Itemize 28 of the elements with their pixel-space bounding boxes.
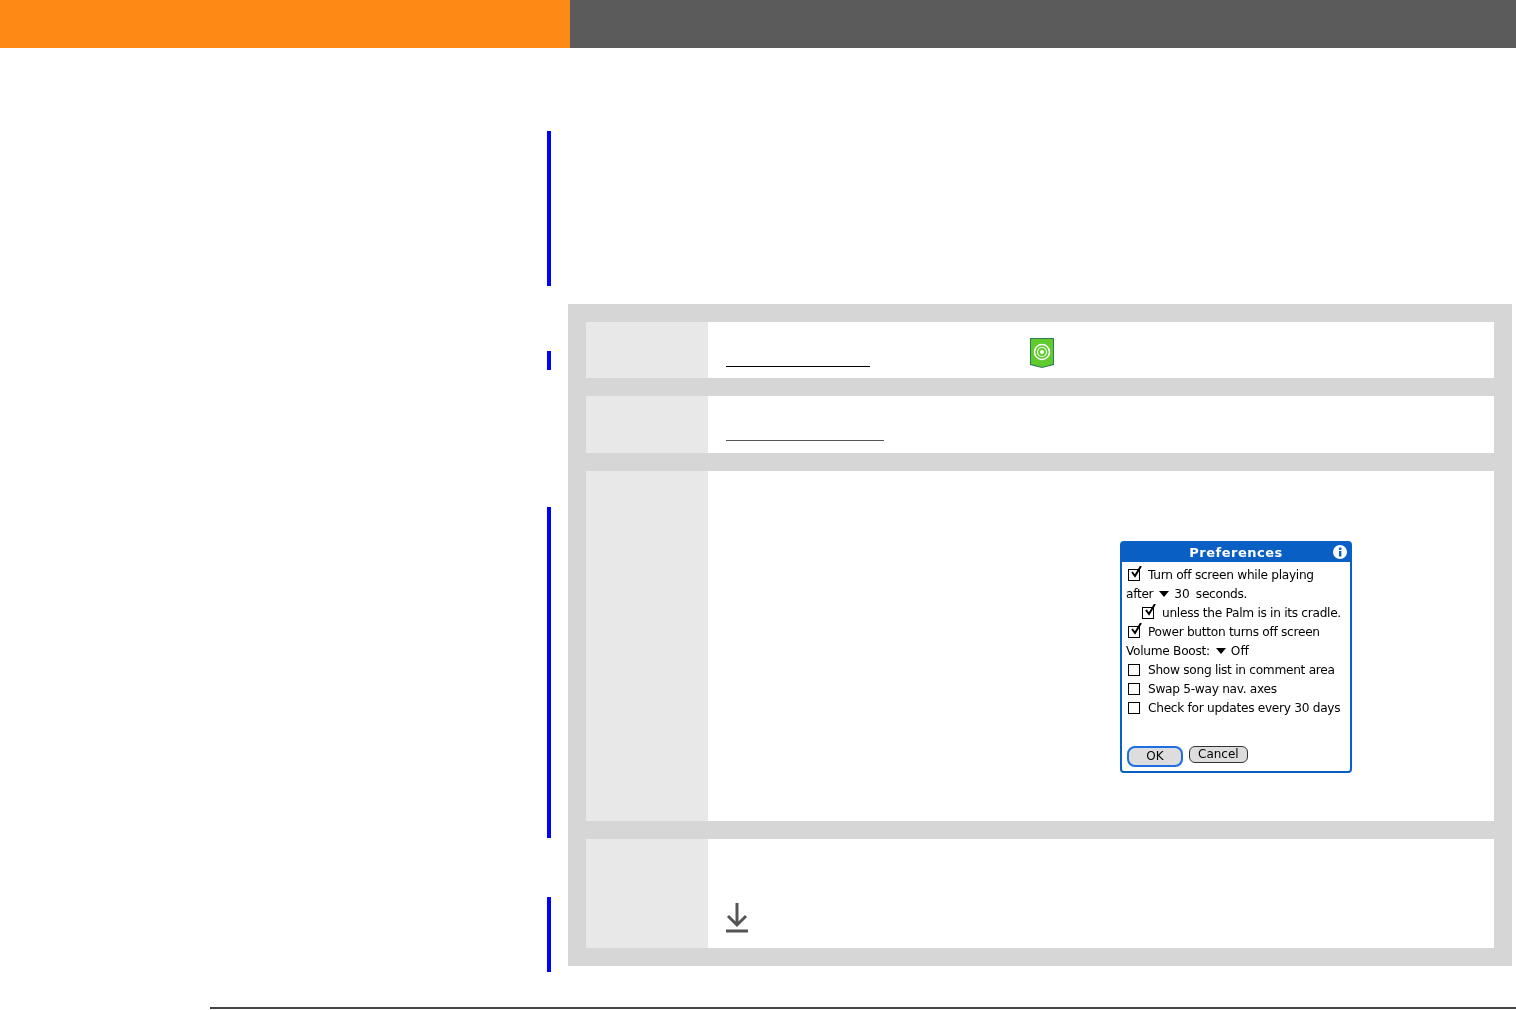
checkbox[interactable]: [1128, 569, 1140, 582]
checkbox-label: Check for updates every 30 days: [1148, 701, 1341, 716]
info-icon[interactable]: [1333, 544, 1347, 559]
dropdown-arrow-icon[interactable]: [1159, 591, 1170, 598]
dropdown[interactable]: 30: [1159, 587, 1190, 602]
checkbox[interactable]: [1128, 702, 1140, 715]
disc-icon: [1030, 338, 1054, 368]
dialog-button[interactable]: Cancel: [1189, 745, 1248, 763]
checkbox-label: Turn off screen while playing: [1148, 568, 1314, 583]
dialog-title: Preferences: [1189, 544, 1283, 560]
dropdown-arrow-icon[interactable]: [1215, 648, 1226, 655]
download-arrow-icon: [726, 902, 748, 933]
dialog-button[interactable]: OK: [1127, 745, 1183, 767]
checkbox[interactable]: [1142, 607, 1154, 620]
field-label: after: [1126, 587, 1154, 602]
dropdown[interactable]: Off: [1215, 644, 1249, 659]
checkbox[interactable]: [1128, 664, 1140, 677]
checkbox[interactable]: [1128, 683, 1140, 696]
unit-label: seconds.: [1195, 587, 1248, 602]
checkbox-label: Swap 5-way nav. axes: [1148, 682, 1277, 697]
checkbox-label: unless the Palm is in its cradle.: [1162, 606, 1341, 621]
link-underline[interactable]: [726, 365, 870, 367]
checkbox-label: Power button turns off screen: [1148, 625, 1320, 640]
field-label: Volume Boost:: [1126, 644, 1210, 659]
checkbox[interactable]: [1128, 626, 1140, 639]
change-bar: [547, 351, 551, 370]
checkbox-label: Show song list in comment area: [1148, 663, 1335, 678]
link-underline[interactable]: [726, 439, 884, 442]
